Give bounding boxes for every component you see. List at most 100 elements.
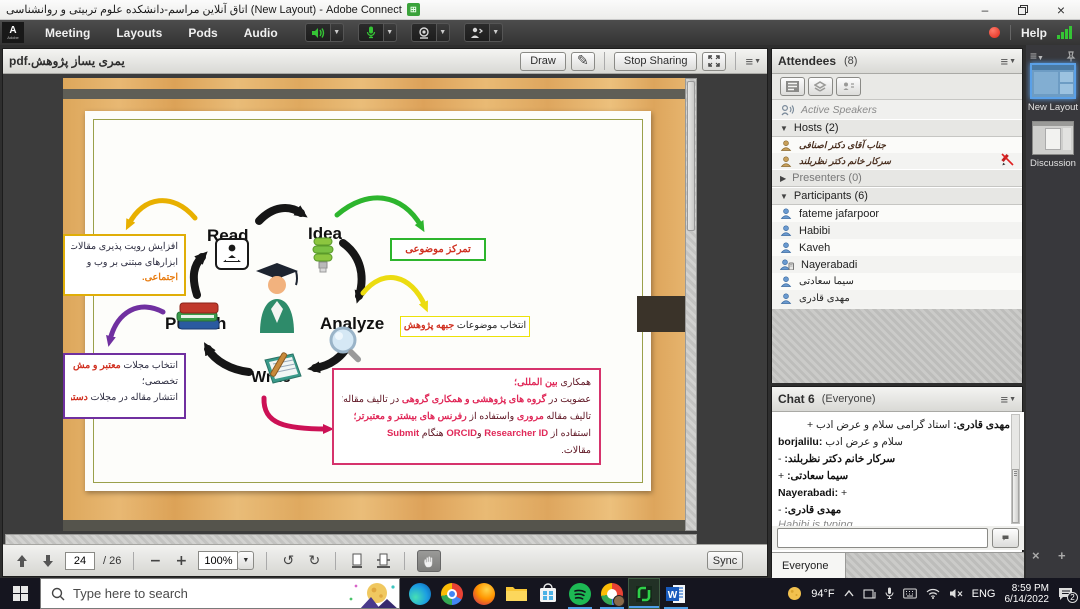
connection-signal-icon[interactable] bbox=[1057, 26, 1072, 39]
host-icon bbox=[780, 140, 792, 151]
presenters-section-header[interactable]: ▶ Presenters (0) bbox=[772, 169, 1022, 187]
next-page-button[interactable] bbox=[39, 552, 57, 570]
help-menu[interactable]: Help bbox=[1021, 26, 1047, 40]
graduate-figure bbox=[252, 261, 302, 335]
participant-row[interactable]: مهدی قادری bbox=[772, 290, 1022, 307]
firefox-icon[interactable] bbox=[468, 578, 500, 609]
clock[interactable]: 8:59 PM6/14/2022 bbox=[1005, 583, 1050, 605]
rotate-left-button[interactable]: ↺ bbox=[279, 552, 297, 570]
previous-page-button[interactable] bbox=[13, 552, 31, 570]
chat-scrollbar[interactable] bbox=[1011, 414, 1020, 524]
active-speakers-row: Active Speakers bbox=[772, 100, 1022, 119]
teams-window-icon[interactable] bbox=[863, 588, 876, 600]
zoom-level-select[interactable]: 100% ▼ bbox=[198, 551, 254, 570]
shared-document-title: یمری یساز پژوهش.pdf bbox=[9, 54, 125, 68]
speaker-dropdown[interactable]: ▼ bbox=[331, 23, 344, 42]
hosts-section-header[interactable]: ▼ Hosts (2) bbox=[772, 119, 1022, 137]
language-indicator[interactable]: ENG bbox=[972, 588, 996, 600]
host-row[interactable]: سرکار خانم دکتر نظربلند bbox=[772, 153, 1022, 169]
edge-icon[interactable] bbox=[404, 578, 436, 609]
chrome-icon[interactable] bbox=[436, 578, 468, 609]
host-name: سرکار خانم دکتر نظربلند bbox=[799, 156, 891, 167]
close-pod-icon[interactable]: × bbox=[1032, 548, 1040, 563]
volume-muted-icon[interactable] bbox=[949, 588, 963, 599]
zoom-in-button[interactable]: + bbox=[172, 552, 190, 570]
status-dropdown[interactable]: ▼ bbox=[490, 23, 503, 42]
spotify-icon[interactable] bbox=[564, 578, 596, 609]
speech-bubble-icon bbox=[1002, 532, 1009, 544]
zoom-out-button[interactable]: − bbox=[146, 552, 164, 570]
layout-label-new-layout[interactable]: New Layout bbox=[1026, 102, 1080, 113]
pan-hand-tool-active[interactable] bbox=[417, 550, 441, 572]
microphone-dropdown[interactable]: ▼ bbox=[384, 23, 397, 42]
share-pod-menu-button[interactable]: ≡▼ bbox=[745, 55, 761, 68]
menu-audio[interactable]: Audio bbox=[231, 20, 291, 45]
speaker-button[interactable] bbox=[305, 23, 331, 42]
layout-thumb-new-layout[interactable] bbox=[1030, 63, 1076, 99]
participant-row[interactable]: Habibi bbox=[772, 222, 1022, 239]
chat-message: سیما سعادتی: + bbox=[778, 468, 1010, 485]
document-horizontal-scrollbar[interactable] bbox=[5, 534, 697, 544]
participants-section-header[interactable]: ▼ Participants (6) bbox=[772, 187, 1022, 205]
chat-tab-everyone[interactable]: Everyone bbox=[772, 553, 846, 578]
chat-message-input[interactable] bbox=[777, 528, 988, 548]
menu-meeting[interactable]: Meeting bbox=[32, 20, 103, 45]
status-button[interactable] bbox=[464, 23, 490, 42]
attendee-grid-view-button[interactable] bbox=[808, 77, 833, 96]
send-message-button[interactable] bbox=[992, 528, 1019, 548]
close-button[interactable]: × bbox=[1042, 0, 1080, 20]
tray-chevron-icon[interactable] bbox=[844, 590, 854, 597]
fullscreen-button[interactable] bbox=[702, 52, 726, 71]
webcam-button[interactable] bbox=[411, 23, 437, 42]
minimize-button[interactable]: – bbox=[966, 0, 1004, 20]
participant-row[interactable]: Kaveh bbox=[772, 239, 1022, 256]
search-illustration bbox=[347, 579, 399, 609]
microsoft-store-icon[interactable] bbox=[532, 578, 564, 609]
menu-pods[interactable]: Pods bbox=[175, 20, 230, 45]
hosts-label: Hosts (2) bbox=[794, 122, 839, 134]
sync-button[interactable]: Sync bbox=[707, 551, 743, 570]
attendees-pod-header: Attendees (8) ≡▼ bbox=[772, 49, 1022, 74]
start-button[interactable] bbox=[0, 586, 40, 601]
restore-icon bbox=[1018, 5, 1028, 15]
system-tray: 94°F ENG 8:59 PM6/14/2022 2 bbox=[787, 583, 1080, 605]
attendee-list-view-button[interactable] bbox=[780, 77, 805, 96]
microphone-button[interactable] bbox=[358, 23, 384, 42]
participant-row[interactable]: سیما سعادتی bbox=[772, 273, 1022, 290]
chrome-profile-icon[interactable] bbox=[596, 578, 628, 609]
webcam-dropdown[interactable]: ▼ bbox=[437, 23, 450, 42]
stop-sharing-button[interactable]: Stop Sharing bbox=[614, 52, 698, 71]
attendee-card-view-button[interactable] bbox=[836, 77, 861, 96]
fit-width-button[interactable] bbox=[374, 552, 392, 570]
pointer-pencil-button[interactable]: ✎ bbox=[571, 52, 595, 71]
participant-name: Kaveh bbox=[799, 242, 830, 254]
menu-layouts[interactable]: Layouts bbox=[103, 20, 175, 45]
tray-microphone-icon[interactable] bbox=[885, 587, 894, 600]
host-row[interactable]: جناب آقای دکتر اصنافی bbox=[772, 137, 1022, 153]
participant-row[interactable]: Nayerabadi bbox=[772, 256, 1022, 273]
keyboard-layout-icon[interactable] bbox=[903, 588, 917, 599]
file-explorer-icon[interactable] bbox=[500, 578, 532, 609]
layout-label-discussion[interactable]: Discussion bbox=[1026, 158, 1080, 169]
participant-row[interactable]: fateme jafarpoor bbox=[772, 205, 1022, 222]
restore-button[interactable] bbox=[1004, 0, 1042, 20]
network-wifi-icon[interactable] bbox=[926, 588, 940, 599]
attendees-pod-menu-button[interactable]: ≡▼ bbox=[1000, 55, 1016, 68]
add-layout-icon[interactable]: + bbox=[1058, 548, 1066, 563]
night-moon-icon[interactable] bbox=[787, 586, 802, 601]
chat-pod-menu-button[interactable]: ≡▼ bbox=[1000, 393, 1016, 406]
taskbar-search[interactable]: Type here to search bbox=[40, 578, 400, 609]
fit-page-button[interactable] bbox=[348, 552, 366, 570]
share-pod-header: یمری یساز پژوهش.pdf Draw ✎ Stop Sharing … bbox=[3, 49, 767, 74]
weather-temperature[interactable]: 94°F bbox=[811, 588, 834, 600]
adobe-connect-taskbar-icon[interactable] bbox=[628, 578, 660, 609]
page-number-input[interactable] bbox=[65, 552, 95, 570]
participant-icon bbox=[780, 293, 792, 304]
layout-thumb-discussion[interactable] bbox=[1032, 121, 1074, 155]
word-icon[interactable]: W bbox=[660, 578, 692, 609]
layouts-menu-button[interactable]: ≡▼ bbox=[1030, 49, 1044, 63]
draw-button[interactable]: Draw bbox=[520, 52, 566, 71]
notification-center-icon[interactable]: 2 bbox=[1058, 587, 1074, 601]
rotate-right-button[interactable]: ↻ bbox=[305, 552, 323, 570]
document-vertical-scrollbar[interactable] bbox=[685, 78, 697, 531]
